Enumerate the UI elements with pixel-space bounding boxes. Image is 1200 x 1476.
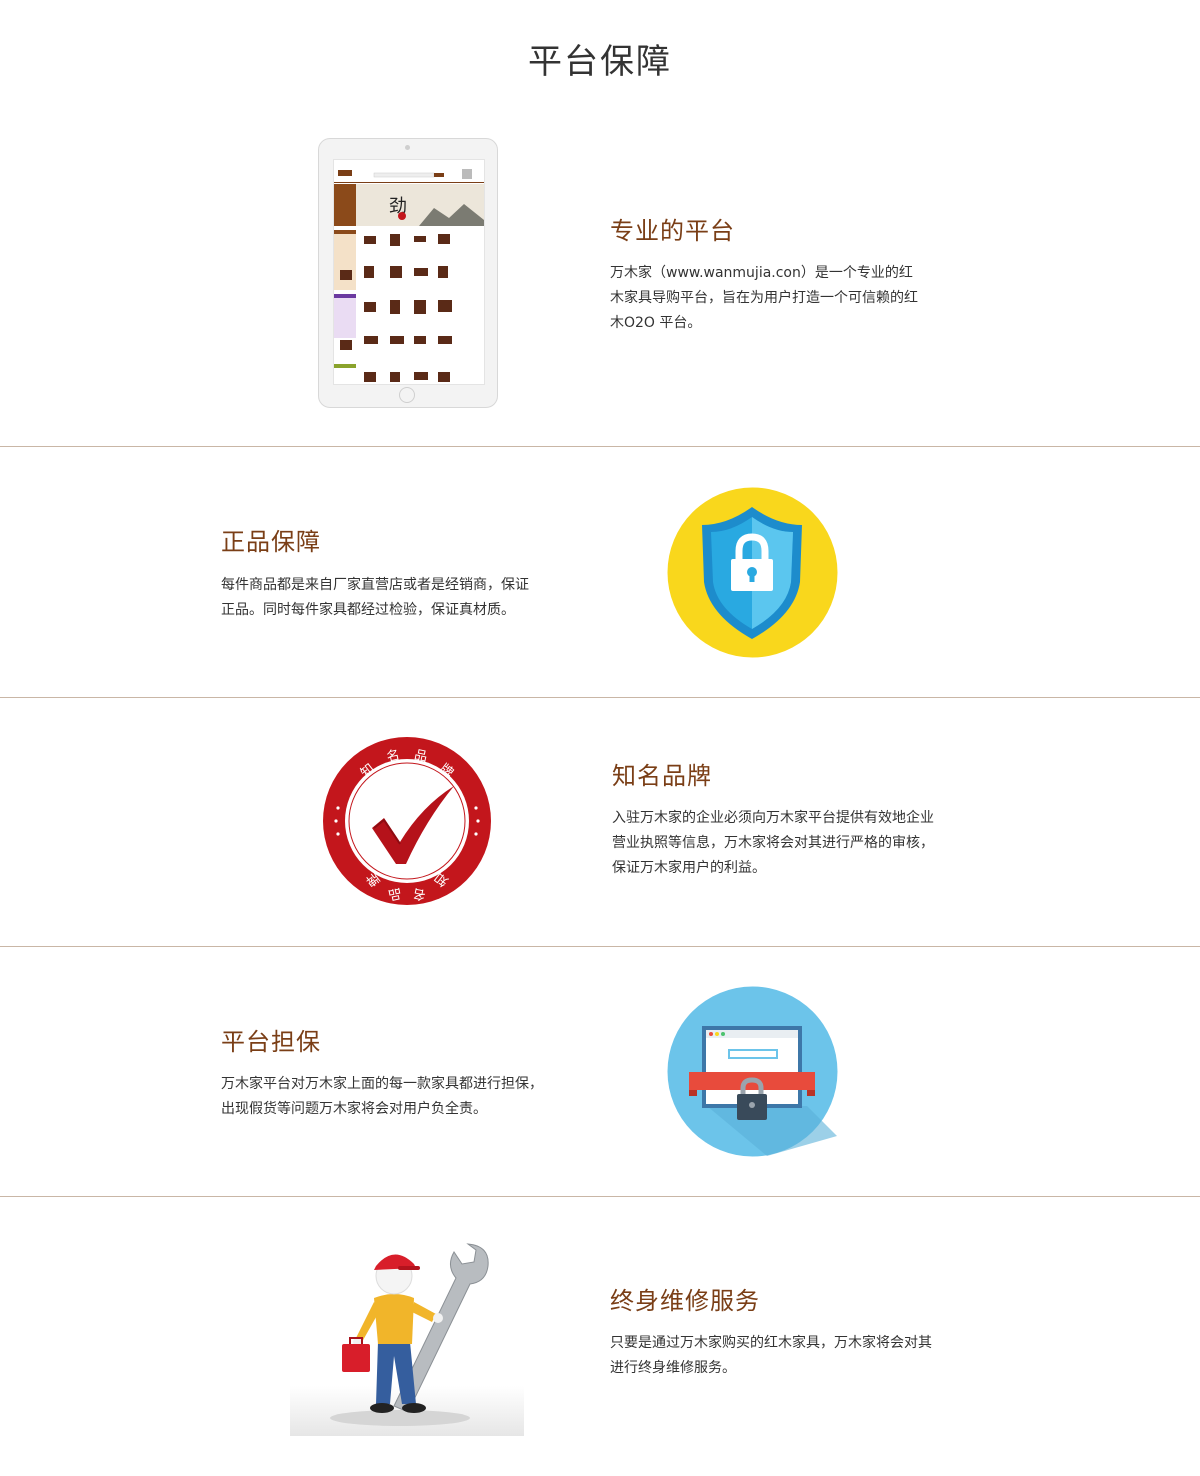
- section-divider: [0, 946, 1200, 947]
- shield-lock-icon: [667, 487, 838, 658]
- section-divider: [0, 446, 1200, 447]
- section-title: 知名品牌: [612, 762, 712, 790]
- section-description: 万木家平台对万木家上面的每一款家具都进行担保， 出现假货等问题万木家将会对用户负…: [221, 1076, 543, 1117]
- section-description: 每件商品都是来自厂家直营店或者是经销商，保证 正品。同时每件家具都经过检验，保证…: [221, 577, 529, 618]
- section-description: 只要是通过万木家购买的红木家具，万木家将会对其 进行终身维修服务。: [610, 1335, 932, 1376]
- tablet-screen-illustration: 劲: [334, 160, 484, 384]
- section-divider: [0, 1196, 1200, 1197]
- section-title: 专业的平台: [610, 217, 735, 245]
- section-divider: [0, 697, 1200, 698]
- section-title: 正品保障: [221, 528, 321, 556]
- section-title: 平台担保: [221, 1028, 321, 1056]
- section-description: 入驻万木家的企业必须向万木家平台提供有效地企业 营业执照等信息，万木家将会对其进…: [612, 810, 934, 876]
- section-description: 万木家（www.wanmujia.con）是一个专业的红 木家具导购平台，旨在为…: [610, 265, 918, 331]
- repairman-wrench-icon: [290, 1243, 524, 1436]
- page-title: 平台保障: [528, 42, 672, 82]
- brand-seal-check-icon: 知 名 品 牌 知 名 品 牌: [323, 737, 491, 905]
- browser-lock-icon: [667, 986, 838, 1157]
- section-title: 终身维修服务: [610, 1287, 760, 1315]
- tablet-screenshot-icon: 劲: [318, 138, 498, 408]
